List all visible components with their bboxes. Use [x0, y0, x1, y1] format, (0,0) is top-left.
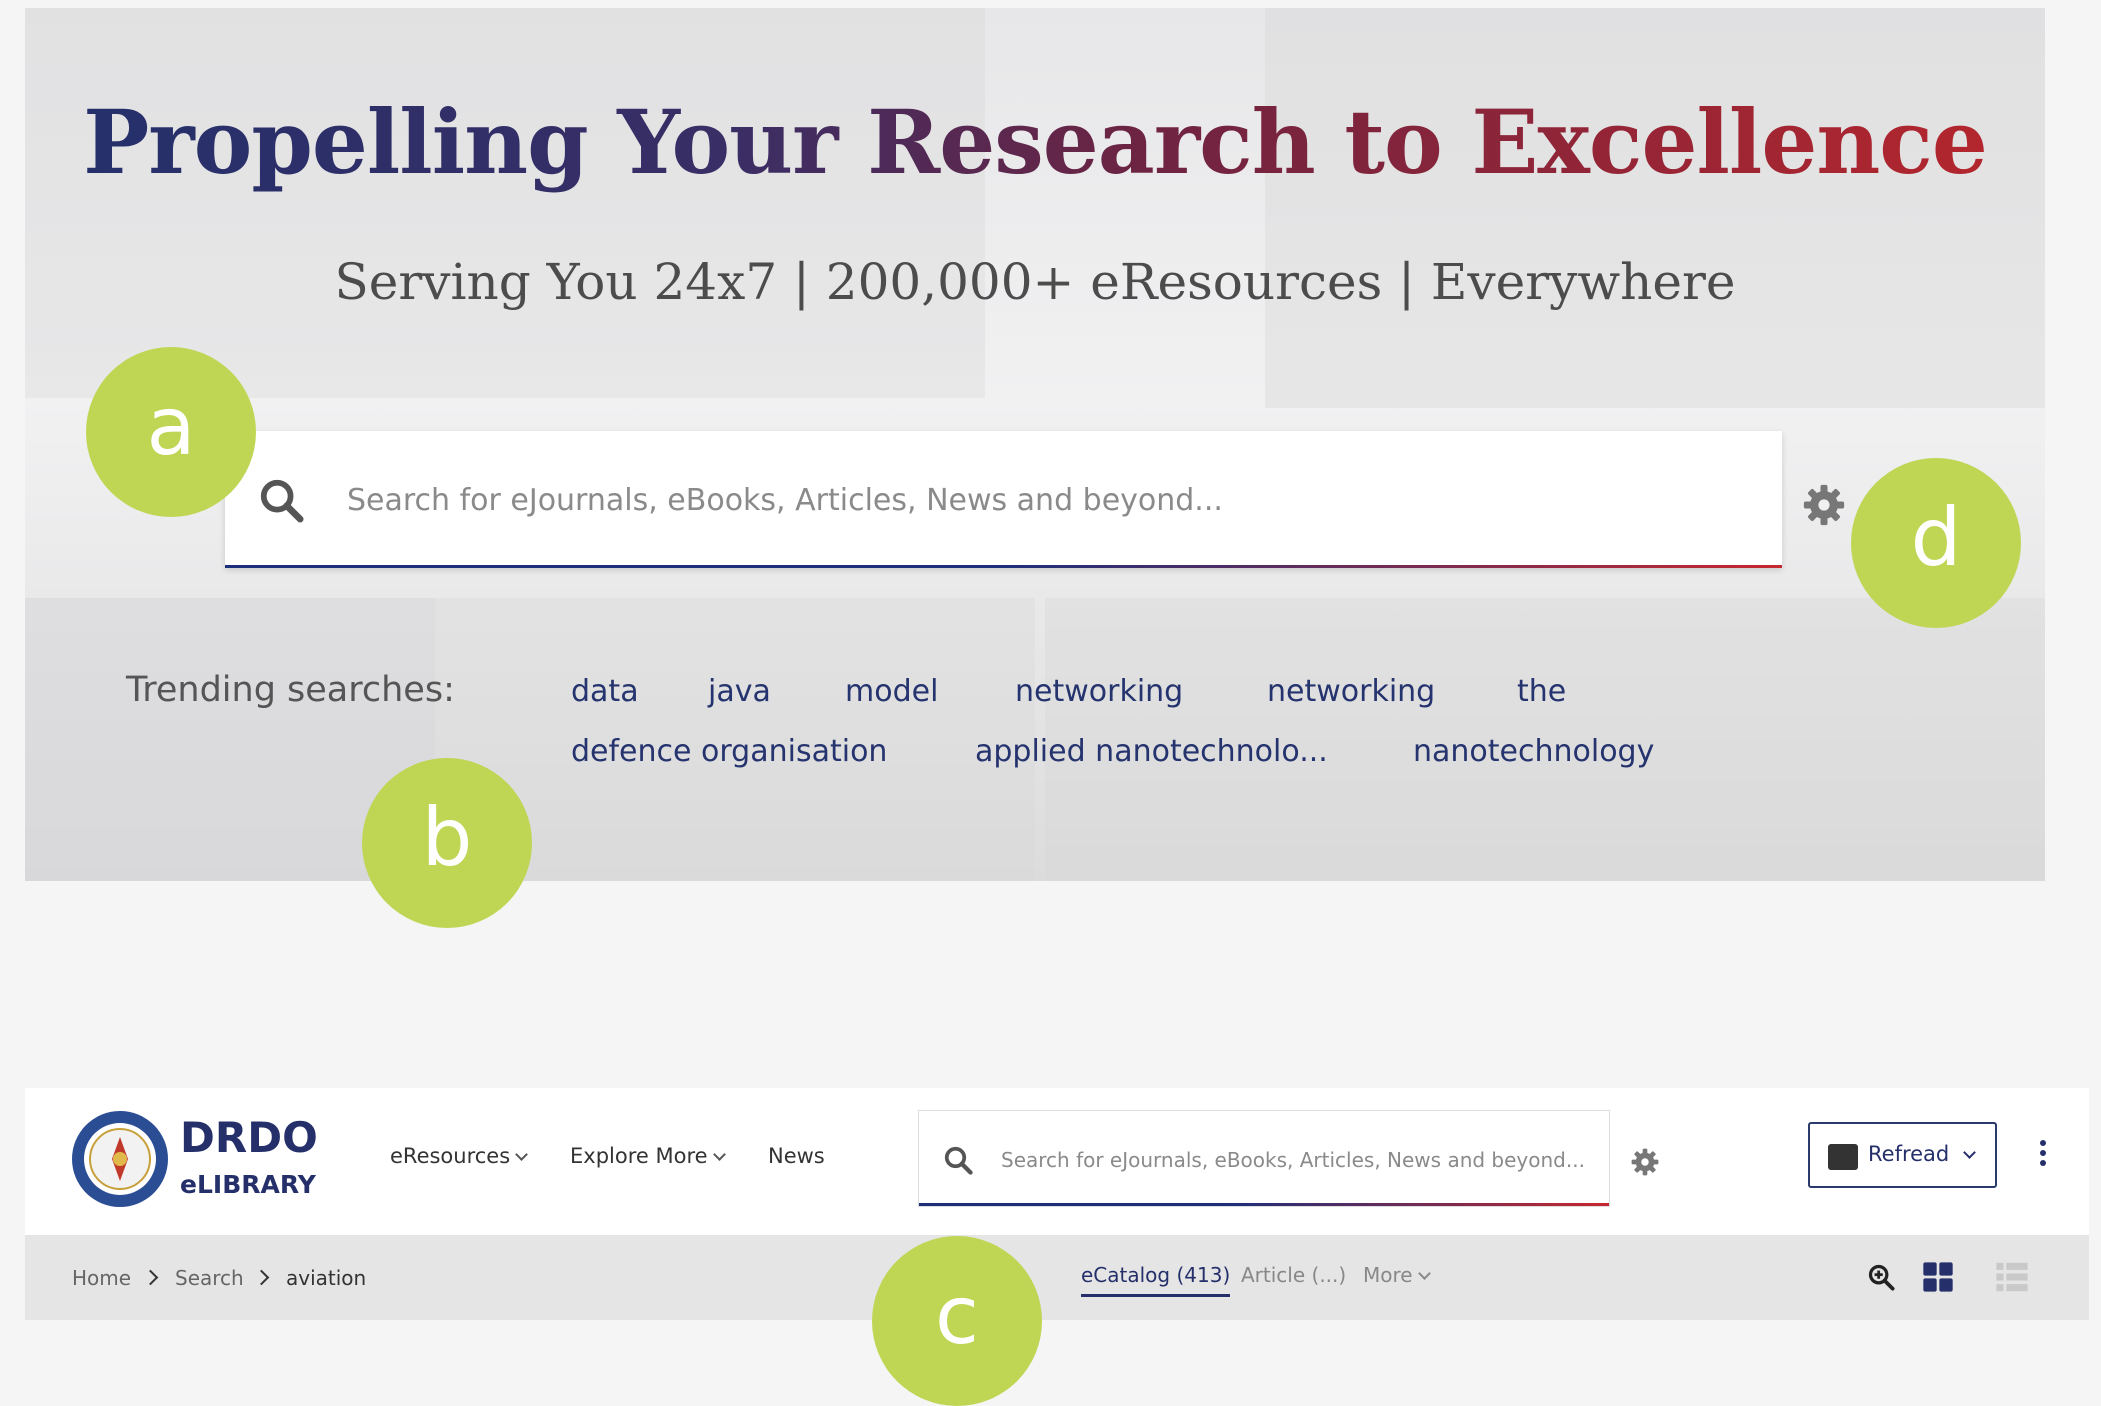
breadcrumb-search[interactable]: Search [175, 1266, 244, 1290]
chevron-down-icon [1417, 1267, 1431, 1280]
trending-link[interactable]: applied nanotechnolo... [975, 734, 1328, 769]
gear-icon[interactable] [1803, 484, 1845, 526]
annotation-marker-b: b [362, 758, 532, 928]
trending-link[interactable]: model [845, 674, 938, 709]
nav-explore-more-label: Explore More [570, 1144, 708, 1168]
trending-link[interactable]: networking [1267, 674, 1435, 709]
trending-label: Trending searches: [126, 670, 455, 710]
nav-eresources[interactable]: eResources [390, 1144, 529, 1168]
hero-banner: Propelling Your Research to Excellence S… [25, 8, 2045, 881]
hero-background-photo [1265, 8, 2045, 408]
hero-subtitle: Serving You 24x7 | 200,000+ eResources |… [334, 253, 1736, 311]
chevron-down-icon [1963, 1146, 1976, 1159]
nav-news[interactable]: News [768, 1144, 825, 1168]
trending-link[interactable]: nanotechnology [1413, 734, 1654, 769]
breadcrumb-current: aviation [286, 1266, 367, 1290]
search-underline [225, 565, 1782, 568]
kebab-menu-icon[interactable] [2035, 1140, 2051, 1176]
hero-search-box[interactable] [225, 431, 1782, 568]
nav-news-label: News [768, 1144, 825, 1168]
annotation-marker-d: d [1851, 458, 2021, 628]
gear-icon[interactable] [1631, 1148, 1659, 1176]
chevron-down-icon [515, 1148, 529, 1161]
trending-link[interactable]: networking [1015, 674, 1183, 709]
refread-button[interactable]: Refread [1808, 1122, 1997, 1188]
trending-link[interactable]: defence organisation [571, 734, 887, 769]
top-navbar: DRDO eLIBRARY eResources Explore More Ne… [25, 1088, 2089, 1235]
search-icon[interactable] [943, 1145, 973, 1175]
grid-view-icon[interactable] [1922, 1261, 1954, 1293]
nav-search-box[interactable] [918, 1110, 1610, 1207]
breadcrumb-home[interactable]: Home [72, 1266, 131, 1290]
results-subbar: Home Search aviation eCatalog (413) Arti… [25, 1235, 2089, 1320]
chevron-down-icon [712, 1148, 726, 1161]
annotation-marker-c: c [872, 1236, 1042, 1406]
hero-background-photo [25, 8, 985, 398]
brand-subname[interactable]: eLIBRARY [180, 1170, 316, 1199]
refread-thumbnail [1828, 1144, 1858, 1170]
hero-title: Propelling Your Research to Excellence [25, 90, 2045, 194]
nav-eresources-label: eResources [390, 1144, 511, 1168]
trending-link[interactable]: data [571, 674, 639, 709]
tab-article[interactable]: Article (...) [1241, 1263, 1346, 1287]
hero-search-input[interactable] [345, 471, 1749, 529]
nav-search-input[interactable] [999, 1139, 1593, 1181]
chevron-right-icon [142, 1269, 159, 1286]
list-view-icon[interactable] [1995, 1260, 2029, 1294]
chevron-right-icon [253, 1269, 270, 1286]
search-icon[interactable] [258, 477, 304, 523]
brand-name[interactable]: DRDO [180, 1113, 318, 1162]
search-underline [919, 1203, 1609, 1206]
refread-label: Refread [1868, 1142, 1950, 1166]
annotation-marker-a: a [86, 347, 256, 517]
zoom-icon[interactable] [1867, 1263, 1895, 1291]
nav-explore-more[interactable]: Explore More [570, 1144, 726, 1168]
tab-ecatalog[interactable]: eCatalog (413) [1081, 1263, 1231, 1297]
tab-more[interactable]: More [1363, 1263, 1431, 1287]
drdo-logo[interactable] [70, 1109, 170, 1209]
trending-link[interactable]: the [1517, 674, 1566, 709]
tab-more-label: More [1363, 1263, 1413, 1287]
trending-link[interactable]: java [708, 674, 771, 709]
